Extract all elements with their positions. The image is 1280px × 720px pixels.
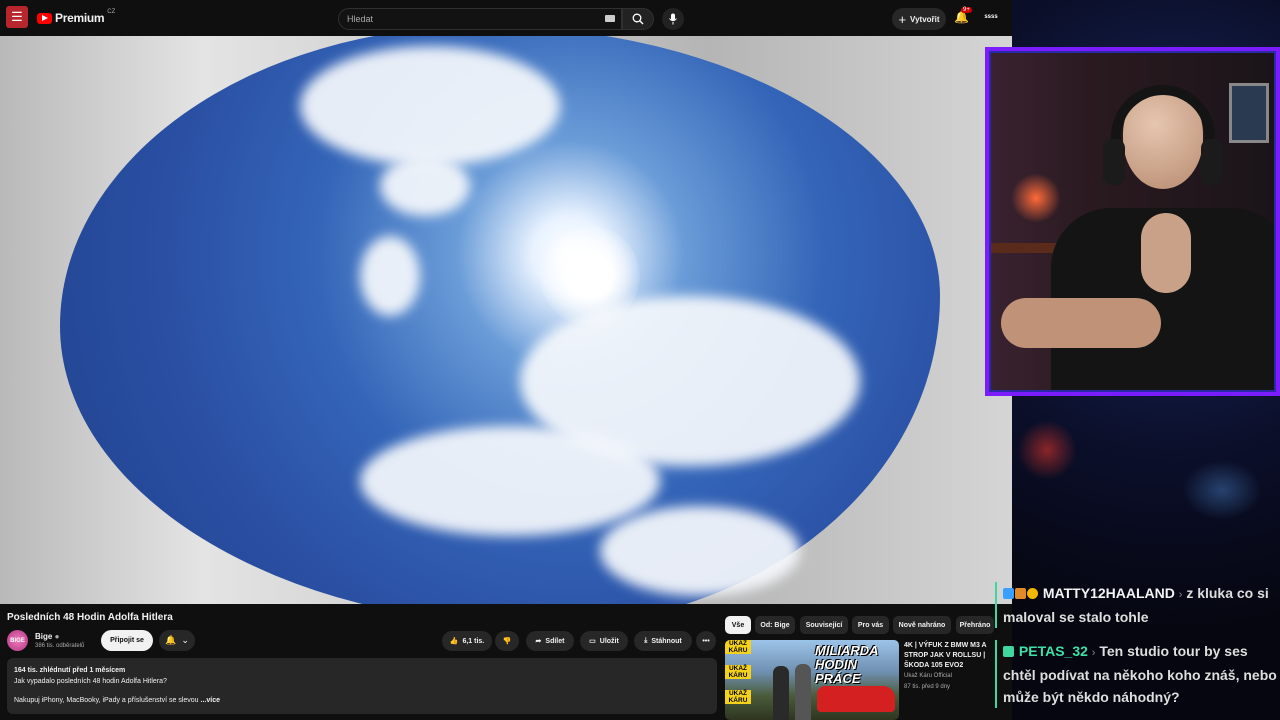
- download-icon: ⤓: [644, 637, 648, 644]
- video-cloud: [300, 46, 560, 166]
- youtube-logo[interactable]: Premium CZ: [37, 9, 116, 25]
- video-cloud: [380, 156, 470, 216]
- chip-for-you[interactable]: Pro vás: [852, 616, 889, 634]
- like-count: 6,1 tis.: [462, 637, 485, 645]
- youtube-play-icon: [37, 12, 52, 24]
- save-button[interactable]: ▭ Uložit: [580, 631, 628, 651]
- video-cloud: [360, 236, 420, 316]
- headphone-ear-right: [1201, 139, 1223, 185]
- search-button[interactable]: [622, 8, 654, 30]
- related-video-channel[interactable]: Ukaž Káru Official: [904, 673, 952, 679]
- badge-icon: [1003, 646, 1014, 657]
- verified-icon: ●: [54, 632, 60, 641]
- webcam-overlay: [985, 47, 1280, 396]
- streamer-arm: [1001, 298, 1161, 348]
- region-label: CZ: [107, 9, 116, 15]
- mic-icon: [669, 13, 677, 25]
- badge-icon: [1003, 588, 1014, 599]
- chip-all[interactable]: Vše: [725, 616, 751, 634]
- join-button[interactable]: Připojit se: [101, 630, 153, 651]
- menu-icon[interactable]: ☰: [6, 6, 28, 28]
- brand-label: Premium: [55, 11, 105, 25]
- chat-message: MATTY12HAALAND › z kluka co si maloval s…: [995, 582, 1280, 628]
- more-icon: •••: [702, 637, 710, 645]
- chat-username: PETAS_32: [1018, 643, 1088, 659]
- chip-watched[interactable]: Přehráno: [956, 616, 994, 634]
- more-actions-button[interactable]: •••: [696, 631, 716, 651]
- thumbnail-tag: UKAŽ KÁRU: [725, 640, 751, 654]
- badge-icon: [1027, 588, 1038, 599]
- plus-icon: +: [898, 11, 907, 27]
- like-button[interactable]: 👍 6,1 tis.: [442, 631, 492, 651]
- share-icon: ➦: [535, 638, 542, 645]
- video-title: Posledních 48 Hodin Adolfa Hitlera: [7, 612, 173, 623]
- channel-subscribers: 386 tis. odběratelů: [35, 643, 85, 649]
- youtube-window: ☰ Premium CZ Hledat + Vytvořit 🔔 9+ ssss…: [0, 0, 1012, 720]
- account-avatar[interactable]: ssss: [982, 10, 1000, 24]
- description-stats: 164 tis. zhlédnutí před 1 měsícem: [14, 667, 126, 674]
- thumbnail-person: [773, 666, 789, 720]
- search-icon: [632, 13, 644, 25]
- description-line: Jak vypadalo posledních 48 hodin Adolfa …: [14, 678, 167, 685]
- thumbnail-headline: MILIARDA HODIN PRÁCE: [815, 643, 879, 686]
- badge-icon: [1015, 588, 1026, 599]
- keyboard-icon[interactable]: [605, 15, 615, 22]
- notifications-button[interactable]: 🔔 9+: [954, 7, 972, 24]
- download-button[interactable]: ⤓ Stáhnout: [634, 631, 692, 651]
- video-player[interactable]: [0, 36, 1012, 604]
- search-input[interactable]: Hledat: [338, 8, 622, 30]
- thumbs-up-icon: 👍: [449, 638, 459, 645]
- streamer-hand: [1141, 213, 1191, 293]
- thumbs-down-icon: 👎: [502, 638, 512, 645]
- screen: ☰ Premium CZ Hledat + Vytvořit 🔔 9+ ssss…: [0, 0, 1280, 720]
- video-cloud: [360, 426, 660, 536]
- dislike-button[interactable]: 👎: [495, 631, 519, 651]
- headphones: [1111, 85, 1215, 175]
- thumbnail-tag: UKAŽ KÁRU: [725, 690, 751, 704]
- channel-name-text: Bige: [35, 632, 53, 641]
- chat-message: PETAS_32 › Ten studio tour by ses chtěl …: [995, 640, 1280, 708]
- bell-icon: 🔔: [165, 635, 177, 645]
- notification-badge: 9+: [961, 7, 972, 13]
- chat-username: MATTY12HAALAND: [1042, 585, 1175, 601]
- create-label: Vytvořit: [910, 14, 940, 24]
- chip-from-channel[interactable]: Od: Bige: [755, 616, 795, 634]
- description-text: Nakupuj iPhony, MacBooky, iPady a příslu…: [14, 697, 199, 704]
- stream-light-red: [1017, 420, 1077, 480]
- webcam-picture-frame: [1229, 83, 1269, 143]
- related-video-title[interactable]: 4K | VÝFUK Z BMW M3 A STROP JAK V ROLLSU…: [904, 641, 996, 671]
- share-button[interactable]: ➦ Sdílet: [526, 631, 574, 651]
- search-placeholder: Hledat: [347, 14, 374, 24]
- thumbnail-person: [795, 664, 811, 720]
- mic-button[interactable]: [662, 8, 684, 30]
- headphone-ear-left: [1103, 139, 1125, 185]
- thumbnail-tag: UKAŽ KÁRU: [725, 665, 751, 679]
- video-cloud: [600, 506, 800, 596]
- description-box[interactable]: 164 tis. zhlédnutí před 1 měsícem Jak vy…: [7, 658, 717, 714]
- related-video-thumbnail[interactable]: UKAŽ KÁRU UKAŽ KÁRU UKAŽ KÁRU MILIARDA H…: [725, 640, 899, 720]
- top-bar: ☰ Premium CZ Hledat + Vytvořit 🔔 9+ ssss: [0, 0, 1012, 36]
- channel-name[interactable]: Bige ●: [35, 632, 59, 641]
- download-label: Stáhnout: [651, 637, 682, 645]
- webcam-feed: [989, 51, 1276, 392]
- bookmark-icon: ▭: [589, 638, 596, 645]
- webcam-lamp: [1011, 173, 1061, 223]
- thumbnail-car: [817, 686, 895, 712]
- save-label: Uložit: [599, 637, 619, 645]
- chat-overlay: MATTY12HAALAND › z kluka co si maloval s…: [995, 582, 1280, 708]
- stream-light-blue: [1182, 460, 1262, 520]
- chip-related[interactable]: Související: [800, 616, 848, 634]
- chip-recently-uploaded[interactable]: Nově nahráno: [893, 616, 951, 634]
- channel-avatar[interactable]: BIGE: [7, 630, 28, 651]
- create-button[interactable]: + Vytvořit: [892, 8, 946, 30]
- description-line: Nakupuj iPhony, MacBooky, iPady a příslu…: [14, 695, 710, 706]
- chevron-down-icon: ⌄: [181, 635, 189, 645]
- related-video-meta: 87 tis. před 9 dny: [904, 684, 951, 690]
- subscription-bell-button[interactable]: 🔔 ⌄: [159, 630, 195, 651]
- share-label: Sdílet: [545, 637, 565, 645]
- video-sun: [540, 226, 640, 326]
- show-more-link[interactable]: ...více: [201, 697, 220, 704]
